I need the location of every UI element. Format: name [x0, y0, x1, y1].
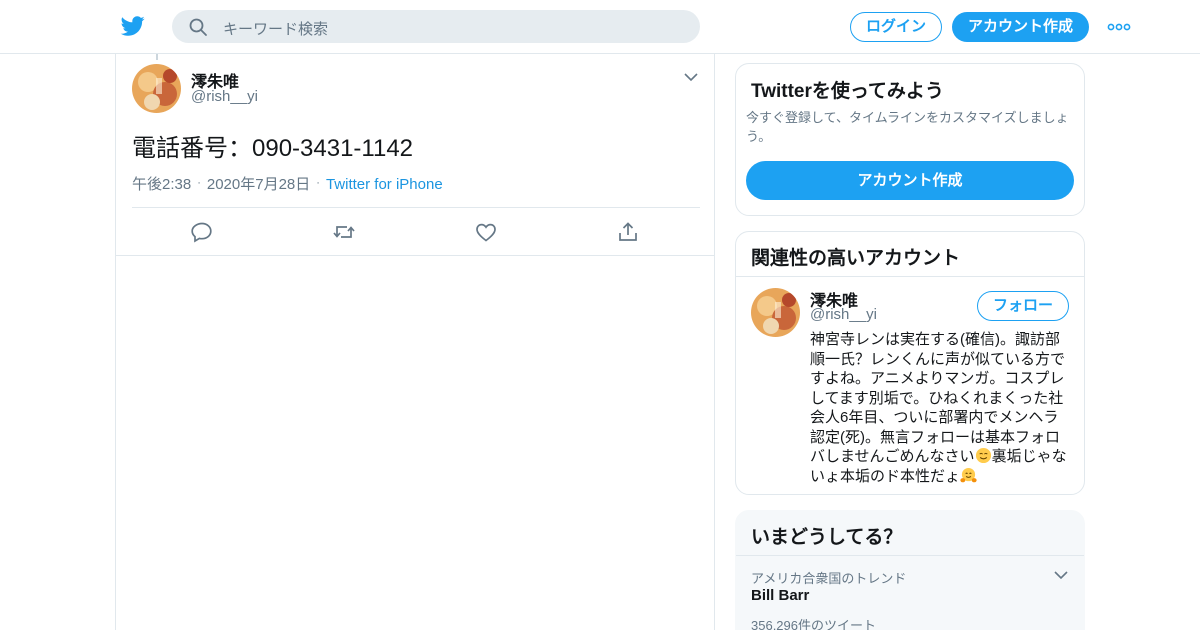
related-accounts-card: 関連性の高いアカウント 澪朱唯 @rish__yi フォロー 神宮寺レンは実在す… — [735, 231, 1085, 495]
search-icon — [189, 18, 207, 36]
account-handle[interactable]: @rish__yi — [810, 306, 877, 323]
avatar-image — [751, 288, 800, 337]
author-handle[interactable]: @rish__yi — [191, 88, 258, 105]
tweet-metadata: 午後2:38 · 2020年7月28日 · Twitter for iPhone — [132, 173, 443, 194]
trend-context: アメリカ合衆国のトレンド — [751, 571, 907, 586]
reply-icon[interactable] — [190, 220, 214, 244]
avatar[interactable] — [132, 64, 181, 113]
signup-promo-card: Twitterを使ってみよう 今すぐ登録して、タイムラインをカスタマイズしましょ… — [735, 63, 1085, 216]
account-bio: 神宮寺レンは実在する(確信)。諏訪部順一氏？レンくんに声が似ている方ですよね。ア… — [810, 330, 1072, 486]
tweet-date[interactable]: 2020年7月28日 — [207, 176, 310, 193]
tweet-time[interactable]: 午後2:38 — [132, 176, 191, 193]
like-heart-icon[interactable] — [474, 220, 498, 244]
tweet-source-link[interactable]: Twitter for iPhone — [326, 176, 443, 193]
top-navigation-bar: キーワード検索 ログイン アカウント作成 — [0, 0, 1200, 54]
divider — [736, 276, 1084, 277]
divider — [736, 555, 1084, 556]
avatar-image — [132, 64, 181, 113]
signup-button[interactable]: アカウント作成 — [952, 12, 1089, 42]
tweet-action-bar — [116, 208, 714, 256]
smiling-face-emoji-icon — [975, 447, 991, 464]
twitter-logo-icon[interactable] — [120, 14, 146, 38]
meta-separator: · — [316, 177, 320, 189]
avatar[interactable] — [751, 288, 800, 337]
card-title: いまどうしてる？ — [751, 527, 903, 548]
chevron-down-icon[interactable] — [1053, 568, 1069, 582]
login-button[interactable]: ログイン — [850, 12, 942, 42]
search-input[interactable]: キーワード検索 — [223, 18, 328, 39]
tweet-detail-column: 澪朱唯 @rish__yi 電話番号：090-3431-1142 午後2:38 ·… — [115, 54, 715, 630]
chevron-down-icon[interactable] — [683, 70, 699, 84]
meta-separator: · — [197, 177, 201, 189]
follow-button[interactable]: フォロー — [977, 291, 1069, 321]
card-title: 関連性の高いアカウント — [751, 248, 961, 269]
trend-tweet-count: 356,296件のツイート — [751, 618, 876, 630]
more-options-icon[interactable] — [1107, 18, 1131, 36]
trend-name[interactable]: Bill Barr — [751, 587, 809, 604]
bio-text: 神宮寺レンは実在する(確信)。諏訪部順一氏？レンくんに声が似ている方ですよね。ア… — [810, 331, 1066, 465]
trends-card: いまどうしてる？ アメリカ合衆国のトレンド Bill Barr 356,296件… — [735, 510, 1085, 630]
share-icon[interactable] — [616, 220, 640, 244]
search-bar[interactable]: キーワード検索 — [172, 10, 700, 43]
tweet-text: 電話番号：090-3431-1142 — [132, 135, 414, 162]
hugging-face-emoji-icon — [960, 467, 977, 482]
card-title: Twitterを使ってみよう — [751, 81, 944, 102]
card-description: 今すぐ登録して、タイムラインをカスタマイズしましょう。 — [746, 110, 1069, 144]
signup-button-large[interactable]: アカウント作成 — [746, 161, 1074, 200]
retweet-icon[interactable] — [332, 220, 356, 244]
thread-connector-line — [156, 54, 158, 60]
